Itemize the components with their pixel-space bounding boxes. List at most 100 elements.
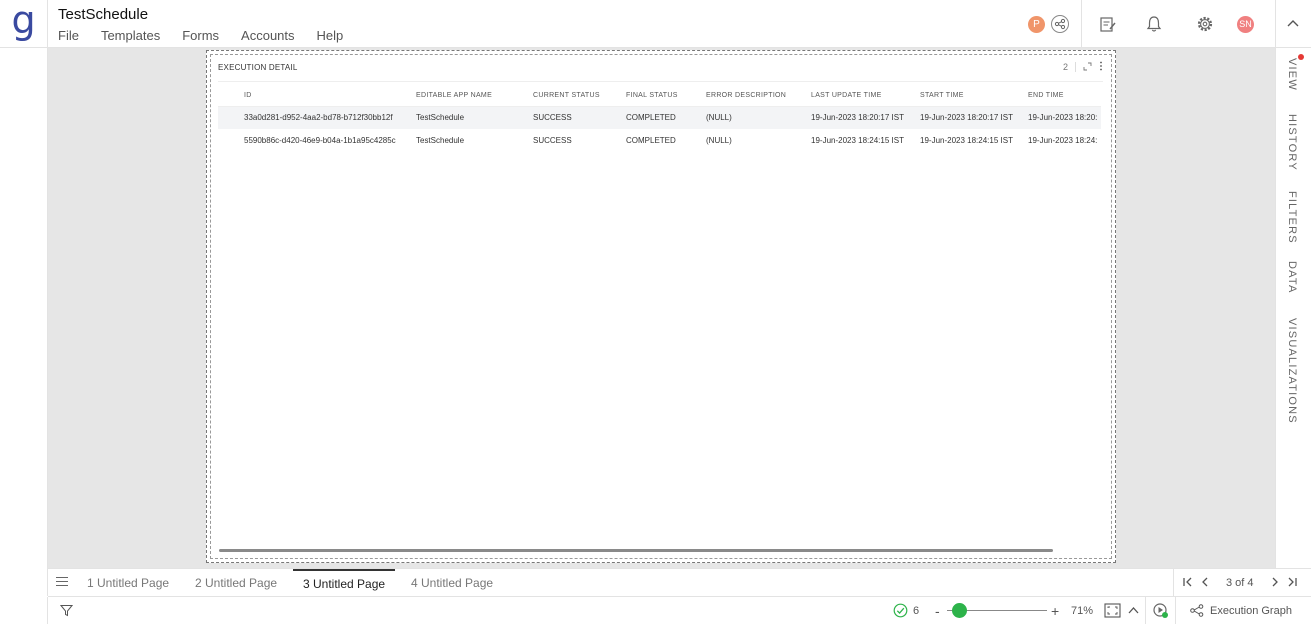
table-cell: (NULL): [702, 106, 807, 129]
table-row[interactable]: 33a0d281-d952-4aa2-bd78-b712f30bb12f Tes…: [218, 106, 1101, 129]
collapse-up-icon[interactable]: [1127, 597, 1140, 624]
table-cell: COMPLETED: [622, 106, 702, 129]
tool-divider: [1075, 62, 1076, 72]
column-header[interactable]: START TIME: [916, 86, 1024, 107]
page-tabs-bar: 1 Untitled Page 2 Untitled Page 3 Untitl…: [48, 568, 1311, 597]
app-title: TestSchedule: [58, 6, 149, 23]
table-cell: SUCCESS: [533, 136, 572, 145]
graph-icon: [1190, 604, 1204, 617]
menu-templates[interactable]: Templates: [101, 28, 160, 43]
table-cell: 33a0d281-d952-4aa2-bd78-b712f30bb12f: [240, 106, 412, 129]
column-header[interactable]: ERROR DESCRIPTION: [702, 86, 807, 107]
zoom-slider-knob[interactable]: [951, 603, 967, 618]
menu-accounts[interactable]: Accounts: [241, 28, 294, 43]
execution-table: ID EDITABLE APP NAME CURRENT STATUS FINA…: [218, 86, 1101, 152]
column-header[interactable]: END TIME: [1024, 86, 1101, 107]
row-marker: [218, 129, 240, 152]
zoom-in-button[interactable]: +: [1051, 597, 1059, 624]
horizontal-scrollbar[interactable]: [219, 549, 1053, 552]
table-cell: 5590b86c-d420-46e9-b04a-1b1a95c4285c: [244, 136, 396, 145]
filter-icon[interactable]: [59, 604, 74, 622]
validation-status[interactable]: 6: [893, 597, 919, 624]
column-header[interactable]: LAST UPDATE TIME: [807, 86, 916, 107]
check-circle-icon: [893, 603, 908, 618]
table-cell: 19-Jun-2023 18:20:: [1024, 106, 1101, 129]
left-strip: [0, 48, 48, 596]
validation-count: 6: [913, 604, 920, 617]
row-marker: [218, 106, 240, 129]
share-icon[interactable]: [1051, 15, 1069, 33]
table-cell: 19-Jun-2023 18:24:: [1028, 136, 1098, 145]
tab-history[interactable]: HISTORY: [1286, 114, 1298, 171]
fit-screen-icon[interactable]: [1104, 597, 1121, 624]
widget-title: EXECUTION DETAIL: [218, 63, 298, 72]
tab-filters[interactable]: FILTERS: [1286, 191, 1298, 244]
table-row[interactable]: 5590b86c-d420-46e9-b04a-1b1a95c4285c Tes…: [218, 129, 1101, 152]
status-bar: 6 - + 71% Execution Graph: [0, 597, 1311, 624]
table-cell: SUCCESS: [529, 106, 622, 129]
table-cell: 19-Jun-2023 18:24:15 IST: [920, 136, 1013, 145]
next-page-icon[interactable]: [1270, 576, 1280, 591]
report-canvas: EXECUTION DETAIL 2 ID EDITABLE APP NAME …: [48, 48, 1275, 568]
page-indicator: 3 of 4: [1226, 577, 1254, 589]
table-cell: COMPLETED: [626, 136, 676, 145]
presence-avatar[interactable]: P: [1028, 15, 1045, 33]
row-marker-header: [218, 86, 240, 107]
zoom-level: 71%: [1071, 604, 1094, 617]
header-divider: [1081, 0, 1082, 48]
user-avatar[interactable]: SN: [1237, 15, 1254, 33]
page-tab-2[interactable]: 2 Untitled Page: [195, 569, 277, 597]
notification-dot: [1298, 54, 1304, 60]
bell-icon[interactable]: [1145, 0, 1163, 48]
status-left: [0, 597, 74, 624]
widget-toolbar: 2: [1063, 61, 1103, 73]
execution-detail-widget[interactable]: EXECUTION DETAIL 2 ID EDITABLE APP NAME …: [210, 54, 1112, 559]
widget-header-divider: [218, 81, 1103, 82]
last-page-icon[interactable]: [1286, 576, 1298, 591]
page-tab-4[interactable]: 4 Untitled Page: [411, 569, 493, 597]
page-navigator: 3 of 4: [1173, 569, 1311, 597]
user-avatar-group: SN: [1237, 0, 1254, 48]
menu-file[interactable]: File: [58, 28, 79, 43]
table-cell: 19-Jun-2023 18:20:17 IST: [807, 106, 916, 129]
chevron-up-icon[interactable]: [1285, 0, 1301, 48]
zoom-out-button[interactable]: -: [935, 597, 940, 624]
table-cell: TestSchedule: [416, 136, 465, 145]
gear-icon[interactable]: [1196, 0, 1214, 48]
app-root: g TestSchedule File Templates Forms Acco…: [0, 0, 1311, 624]
table-cell: (NULL): [706, 136, 732, 145]
tab-visualizations[interactable]: VISUALIZATIONS: [1286, 318, 1298, 424]
status-divider-2: [1175, 597, 1176, 624]
status-divider: [1145, 597, 1146, 624]
tab-view[interactable]: VIEW: [1286, 58, 1298, 91]
pages-menu-icon[interactable]: [56, 577, 68, 589]
execution-graph-label: Execution Graph: [1210, 604, 1292, 617]
menu-bar: File Templates Forms Accounts Help: [58, 28, 365, 43]
column-header[interactable]: EDITABLE APP NAME: [412, 86, 529, 107]
edit-notes-icon[interactable]: [1099, 0, 1117, 48]
page-tab-3[interactable]: 3 Untitled Page: [293, 569, 396, 597]
run-schedule-icon[interactable]: [1152, 597, 1169, 624]
tab-data[interactable]: DATA: [1286, 261, 1298, 294]
menu-forms[interactable]: Forms: [182, 28, 219, 43]
more-options-icon[interactable]: [1099, 61, 1103, 73]
table-cell: TestSchedule: [412, 106, 529, 129]
column-header[interactable]: CURRENT STATUS: [529, 86, 622, 107]
column-header[interactable]: FINAL STATUS: [622, 86, 702, 107]
expand-icon[interactable]: [1083, 62, 1092, 73]
execution-graph-button[interactable]: Execution Graph: [1190, 597, 1292, 624]
right-side-panel: VIEW HISTORY FILTERS DATA VISUALIZATIONS: [1275, 48, 1311, 596]
page-frame: EXECUTION DETAIL 2 ID EDITABLE APP NAME …: [206, 50, 1116, 563]
app-logo[interactable]: g: [0, 0, 48, 48]
table-cell: 19-Jun-2023 18:24:15 IST: [811, 136, 904, 145]
page-tab-1[interactable]: 1 Untitled Page: [87, 569, 169, 597]
top-header: g TestSchedule File Templates Forms Acco…: [0, 0, 1311, 48]
column-header[interactable]: ID: [240, 86, 412, 107]
first-page-icon[interactable]: [1182, 576, 1194, 591]
table-cell: 19-Jun-2023 18:20:17 IST: [916, 106, 1024, 129]
table-header-row: ID EDITABLE APP NAME CURRENT STATUS FINA…: [218, 86, 1101, 107]
header-divider-right: [1275, 0, 1276, 48]
prev-page-icon[interactable]: [1200, 576, 1210, 591]
menu-help[interactable]: Help: [317, 28, 344, 43]
presence-group: P: [1028, 0, 1069, 48]
